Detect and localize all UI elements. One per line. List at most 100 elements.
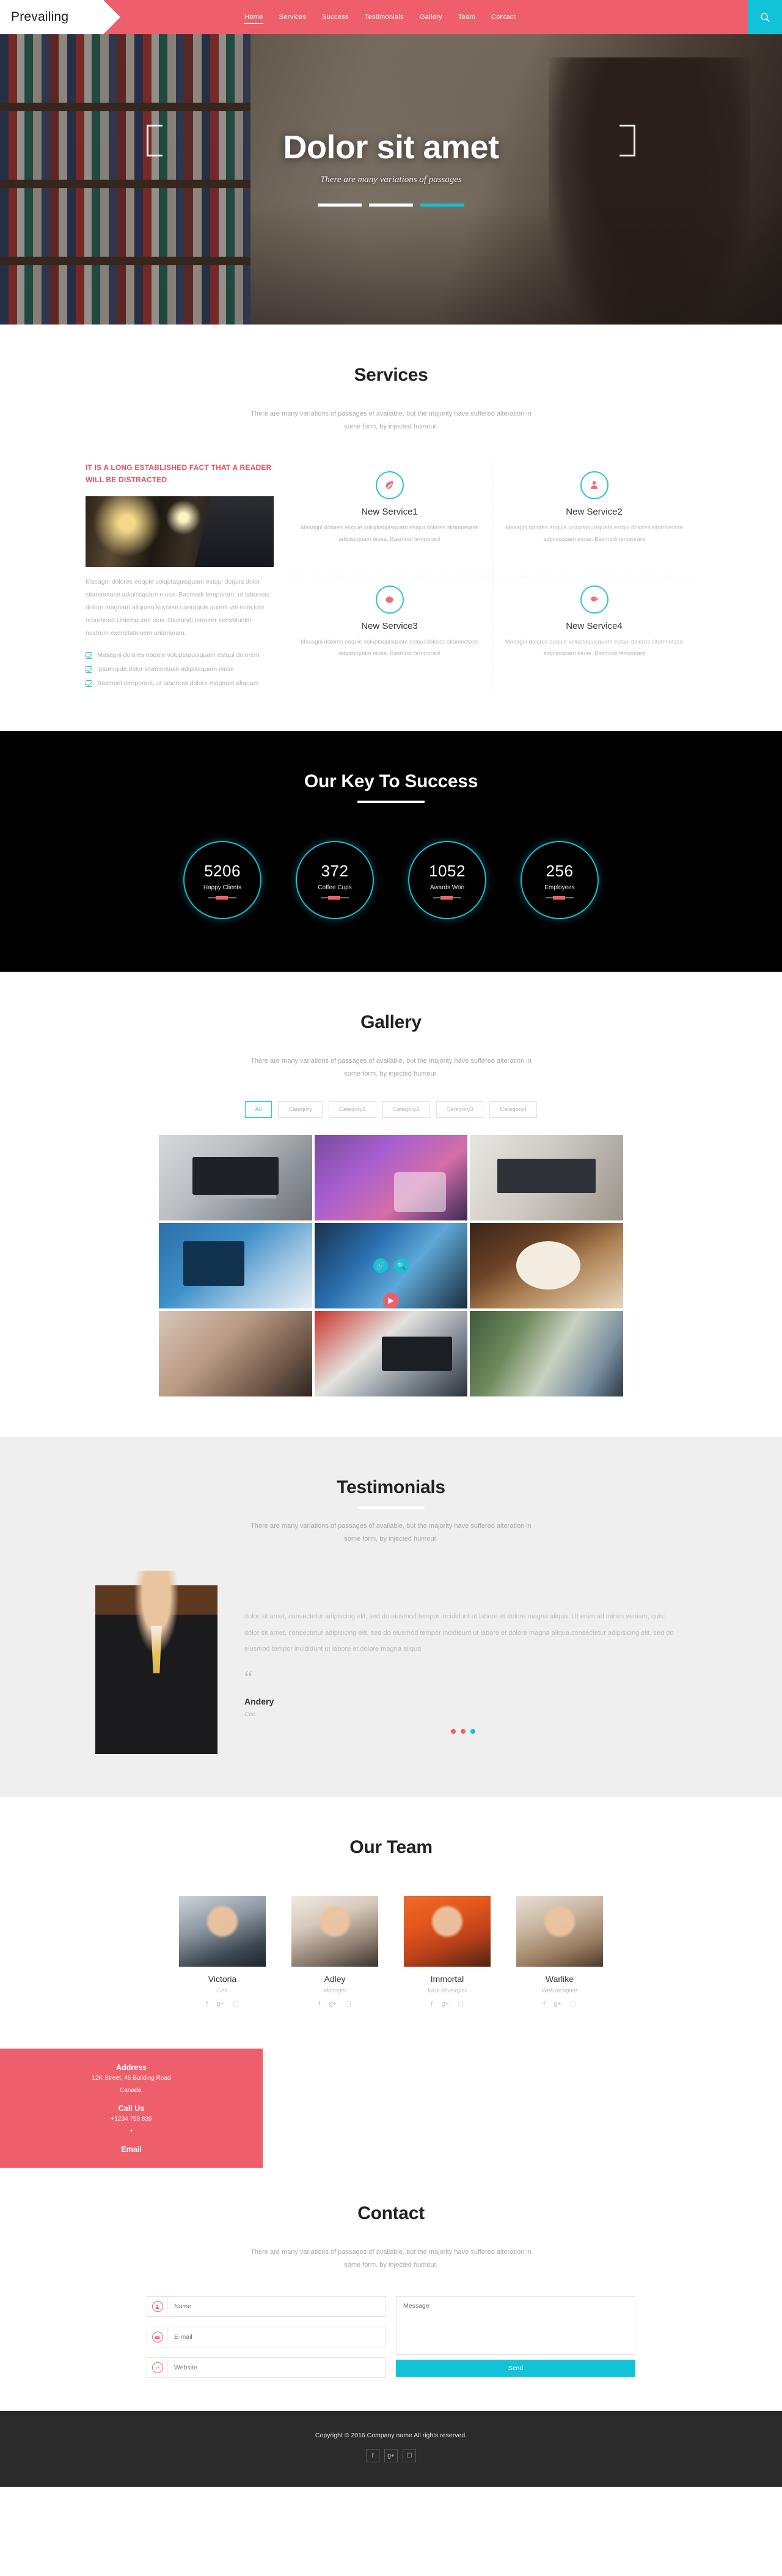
email-heading[interactable]: Email <box>121 2145 141 2154</box>
testimonials-section: Testimonials There are many variations o… <box>0 1436 782 1797</box>
service-card-1[interactable]: New Service1 Masagni dolores eoquie volu… <box>287 461 492 576</box>
testimonial-pagination <box>244 1728 682 1734</box>
address-band: Address 12K Street, 45 Building Road Can… <box>0 2049 782 2168</box>
service-card-title: New Service4 <box>566 621 623 632</box>
success-title-underline <box>357 800 425 803</box>
gallery-filter-category1[interactable]: Category1 <box>328 1101 376 1118</box>
email-field-wrapper <box>147 2327 386 2348</box>
gallery-item[interactable] <box>470 1134 623 1220</box>
gallery-item[interactable] <box>159 1222 312 1308</box>
facebook-icon[interactable]: f <box>431 2000 433 2008</box>
service-icon-circle <box>580 471 608 499</box>
googleplus-icon[interactable]: g+ <box>216 2000 224 2008</box>
check-icon <box>86 680 92 687</box>
team-section: Our Team Victoria Ceo f g+ ☐ Adley Manag… <box>0 1797 782 2049</box>
testimonial-dot-3[interactable] <box>470 1728 475 1734</box>
testimonials-title-underline <box>357 1506 425 1509</box>
instagram-icon[interactable]: ☐ <box>458 2000 464 2008</box>
instagram-icon[interactable]: ☐ <box>233 2000 239 2008</box>
gallery-item[interactable] <box>159 1310 312 1396</box>
counter-label: Coffee Cups <box>318 884 352 891</box>
list-item: Basmodi temporant, ut laboreas dolore ma… <box>86 677 274 691</box>
gallery-item[interactable] <box>470 1310 623 1396</box>
instagram-icon[interactable]: ☐ <box>345 2000 351 2008</box>
gallery-section: Gallery There are many variations of pas… <box>0 972 782 1437</box>
gallery-item[interactable] <box>159 1134 312 1220</box>
user-icon <box>155 2304 159 2309</box>
team-member-victoria: Victoria Ceo f g+ ☐ <box>179 1896 266 2008</box>
quote-mark-icon: “ <box>244 1667 253 1687</box>
zoom-icon[interactable]: 🔍 <box>393 1258 409 1273</box>
service-card-title: New Service2 <box>566 506 623 517</box>
team-member-name: Immortal <box>430 1974 464 1984</box>
gallery-filter-category4[interactable]: Category4 <box>489 1101 538 1118</box>
team-title-underline <box>357 1866 425 1870</box>
message-textarea[interactable] <box>396 2296 635 2355</box>
gallery-filter-category3[interactable]: Category3 <box>436 1101 484 1118</box>
services-title-underline <box>357 394 425 397</box>
gallery-filter-category[interactable]: Category <box>278 1101 323 1118</box>
email-input[interactable] <box>168 2327 386 2347</box>
counter-value: 1052 <box>429 861 466 880</box>
facebook-icon[interactable]: f <box>318 2000 320 2008</box>
team-member-social: f g+ ☐ <box>291 2000 378 2008</box>
brand-logo[interactable]: Prevailing <box>11 10 68 24</box>
testimonial-author-role: Ceo <box>244 1711 256 1718</box>
hero-slide-indicator-3[interactable] <box>420 203 464 207</box>
team-member-role: Manager <box>323 1987 346 1995</box>
service-card-desc: Masagni dolores eoquie voluptaquisquam e… <box>505 524 683 543</box>
services-section: Services There are many variations of pa… <box>0 325 782 731</box>
service-card-title: New Service3 <box>361 621 418 632</box>
address-line-1: 12K Street, 45 Building Road <box>92 2074 171 2082</box>
play-icon[interactable]: ▶ <box>382 1292 399 1308</box>
service-card-3[interactable]: New Service3 Masagni dolores eoquie volu… <box>287 576 492 691</box>
link-icon[interactable]: 🔗 <box>373 1258 388 1273</box>
avatar <box>179 1896 266 1967</box>
address-band-filler <box>263 2049 782 2168</box>
testimonial-dot-2[interactable] <box>461 1728 466 1734</box>
services-left-heading: IT IS A LONG ESTABLISHED FACT THAT A REA… <box>86 463 272 485</box>
nav-item-services[interactable]: Services <box>279 11 307 23</box>
googleplus-icon[interactable]: g+ <box>384 2449 398 2463</box>
website-field-wrapper <box>147 2357 386 2379</box>
gallery-title-underline <box>357 1041 425 1044</box>
gallery-item-hovered[interactable]: 🔗 🔍 ▶ <box>314 1222 468 1308</box>
counters-row: 5206 Happy Clients 372 Coffee Cups 1052 … <box>86 840 696 919</box>
instagram-icon[interactable]: ☐ <box>570 2000 576 2008</box>
service-icon-circle <box>580 585 608 614</box>
nav-item-team[interactable]: Team <box>458 11 475 23</box>
service-card-desc: Masagni dolores eoquie voluptaquisquam e… <box>301 524 478 543</box>
gallery-filter-category2[interactable]: Category2 <box>382 1101 430 1118</box>
testimonial-dot-1[interactable] <box>451 1728 456 1734</box>
counter-bar <box>433 895 461 900</box>
website-input[interactable] <box>168 2358 386 2378</box>
nav-item-success[interactable]: Success <box>322 11 349 23</box>
search-button[interactable] <box>748 0 782 34</box>
service-card-title: New Service1 <box>361 506 418 517</box>
nav-item-home[interactable]: Home <box>244 11 263 24</box>
counter-bar <box>321 895 349 900</box>
gallery-item[interactable] <box>470 1222 623 1308</box>
nav-item-testimonials[interactable]: Testimonials <box>365 11 404 23</box>
googleplus-icon[interactable]: g+ <box>329 2000 337 2008</box>
gallery-item[interactable] <box>314 1134 468 1220</box>
gallery-filter-all[interactable]: All <box>244 1101 272 1118</box>
facebook-icon[interactable]: f <box>366 2449 379 2463</box>
check-icon <box>86 666 92 673</box>
service-card-4[interactable]: New Service4 Masagni dolores eoquie volu… <box>492 576 696 691</box>
instagram-icon[interactable]: ☐ <box>403 2449 416 2463</box>
service-card-2[interactable]: New Service2 Masagni dolores eoquie volu… <box>492 461 696 576</box>
facebook-icon[interactable]: f <box>206 2000 208 2008</box>
hero-slide-indicator-2[interactable] <box>369 203 413 207</box>
hero-slide-indicator-1[interactable] <box>318 203 362 207</box>
gallery-item[interactable] <box>314 1310 468 1396</box>
avatar <box>291 1896 378 1967</box>
name-input[interactable] <box>168 2297 386 2317</box>
nav-item-contact[interactable]: Contact <box>491 11 516 23</box>
googleplus-icon[interactable]: g+ <box>554 2000 561 2008</box>
googleplus-icon[interactable]: g+ <box>441 2000 449 2008</box>
contact-subtitle: There are many variations of passages of… <box>250 2248 532 2269</box>
facebook-icon[interactable]: f <box>543 2000 545 2008</box>
send-button[interactable]: Send <box>396 2360 635 2377</box>
nav-item-gallery[interactable]: Gallery <box>420 11 442 23</box>
